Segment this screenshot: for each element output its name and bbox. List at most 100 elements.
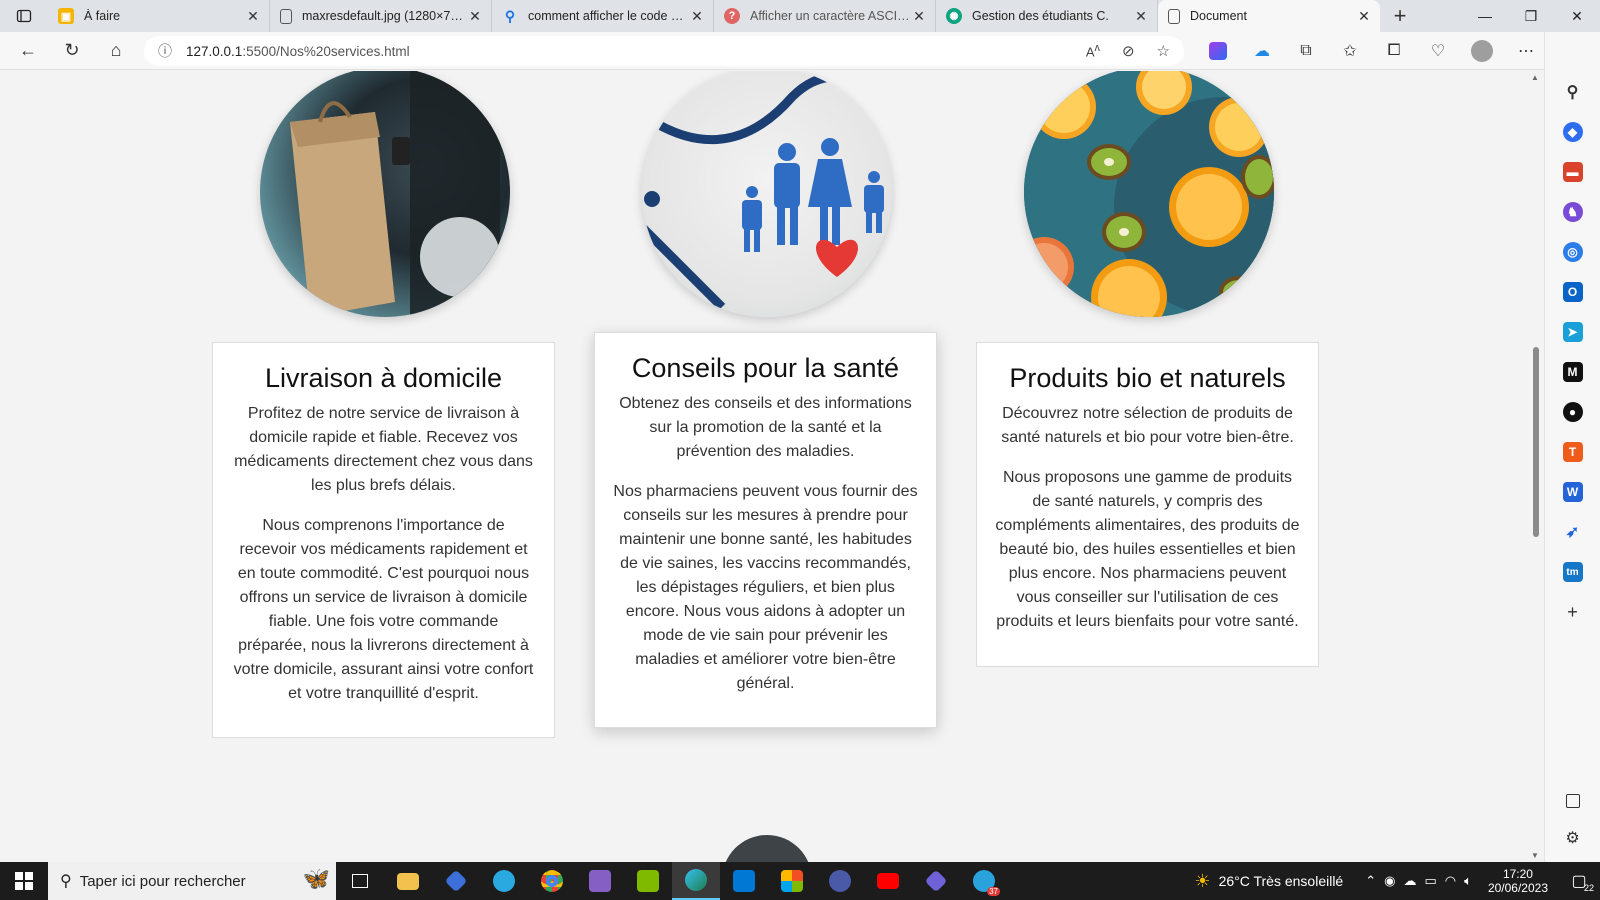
service-intro: Profitez de notre service de livraison à… [234,405,533,494]
browser-tab[interactable]: ? Afficher un caractère ASCII en ✕ [714,0,936,32]
scroll-down-icon[interactable]: ▼ [1531,851,1539,860]
page-scrollbar[interactable]: ▲ ▼ [1528,71,1544,862]
telegram-icon[interactable]: 37 [960,862,1008,900]
onedrive-icon[interactable]: ☁ [1403,873,1416,889]
medium-icon[interactable]: M [1562,362,1583,382]
telegram-badge: 37 [987,887,1000,896]
read-aloud-icon[interactable]: Aʌ [1086,42,1100,59]
extensions-icon[interactable]: ⧉ [1284,32,1328,70]
profile-avatar[interactable] [1460,32,1504,70]
edge-sidebar: ⚲ ◆ ▬ ♞ ◎ O ➤ M ● T W ➶ tm + ⚙ [1544,32,1600,862]
address-bar[interactable]: ⓘ 127.0.0.1:5500/Nos%20services.html Aʌ … [144,36,1184,66]
w-app-icon[interactable]: W [1562,482,1583,502]
weather-text[interactable]: 26°C Très ensoleillé [1219,873,1344,889]
games-icon[interactable]: ♞ [1562,202,1583,222]
close-tab-icon[interactable]: ✕ [689,8,705,25]
scroll-up-icon[interactable]: ▲ [1531,73,1539,82]
chrome-icon[interactable] [528,862,576,900]
close-tab-icon[interactable]: ✕ [911,8,927,25]
page-icon [280,8,292,24]
performance-icon[interactable]: ♡ [1416,32,1460,70]
address-bar-actions: Aʌ ⊘ ☆ [1086,36,1170,66]
microsoft-store-icon[interactable] [768,862,816,900]
search-icon: ⚲ [60,873,72,890]
visual-studio-icon[interactable] [576,862,624,900]
copilot-extension-icon[interactable] [1196,32,1240,70]
volume-icon[interactable]: 🔈︎ [1464,873,1472,889]
chatgpt-icon: ✺ [946,8,962,24]
file-explorer-icon[interactable] [384,862,432,900]
service-description: Nous comprenons l'importance de recevoir… [233,517,534,702]
battery-icon[interactable]: ▭ [1424,873,1436,889]
restore-icon[interactable]: ❐ [1508,0,1554,32]
browser-tab[interactable]: ⚲ comment afficher le code asci ✕ [492,0,714,32]
send-icon[interactable]: ➤ [1562,322,1583,342]
browser-tab[interactable]: maxresdefault.jpg (1280×720) ✕ [270,0,492,32]
taskbar-search-box[interactable]: ⚲ Taper ici pour rechercher 🦋 [48,862,336,900]
more-options-icon[interactable]: ⋯ [1504,32,1548,70]
wifi-icon[interactable]: ◠ [1445,873,1456,889]
sidebar-search-icon[interactable]: ⚲ [1563,82,1583,102]
fluent-app-icon[interactable] [480,862,528,900]
webcam-icon[interactable]: ◉ [1384,873,1395,889]
search-highlight-butterflies-icon: 🦋 [302,866,330,891]
minimize-icon[interactable]: — [1462,0,1508,32]
browser-tab[interactable]: ▣ À faire ✕ [48,0,270,32]
delivery-image [260,71,510,317]
hide-sidebar-icon[interactable] [1565,794,1580,808]
new-tab-button[interactable]: + [1380,0,1420,32]
media-app-icon[interactable] [816,862,864,900]
question-icon: ? [724,8,740,24]
browser-tab[interactable]: ✺ Gestion des étudiants C. ✕ [936,0,1158,32]
citrus-fruits-illustration [1024,71,1274,317]
organic-products-image [1024,71,1274,317]
url-path: :5500/Nos%20services.html [242,43,410,59]
close-tab-icon[interactable]: ✕ [467,8,483,25]
close-tab-icon[interactable]: ✕ [1356,8,1372,25]
notifications-icon[interactable]: ▢ 22 [1564,871,1594,893]
collections-icon[interactable]: ⧠ [1372,32,1416,70]
show-hidden-icons-icon[interactable]: ⌃ [1365,873,1376,889]
scrollbar-thumb[interactable] [1533,347,1539,537]
outlook-icon[interactable]: O [1562,282,1583,302]
tracking-prevention-icon[interactable]: ⊘ [1122,42,1135,60]
app-launcher-icon[interactable] [432,862,480,900]
t-app-icon[interactable]: T [1562,442,1583,462]
windows-logo-icon [15,872,33,890]
tm-app-icon[interactable]: tm [1562,562,1583,582]
rocket-icon[interactable]: ➶ [1563,522,1583,542]
cloud-extension-icon[interactable]: ☁ [1240,32,1284,70]
service-intro: Découvrez notre sélection de produits de… [1001,405,1294,446]
microsoft365-icon[interactable]: ◎ [1562,242,1583,262]
vscode-icon[interactable] [720,862,768,900]
navigation-bar: ← ↻ ⌂ ⓘ 127.0.0.1:5500/Nos%20services.ht… [0,32,1600,70]
github-icon[interactable]: ● [1562,402,1583,422]
favorite-star-icon[interactable]: ☆ [1157,42,1170,60]
power-automate-icon[interactable] [912,862,960,900]
tab-actions-button[interactable] [0,0,48,32]
page-viewport: Livraison à domicile Profitez de notre s… [0,71,1528,862]
youtube-icon[interactable] [864,862,912,900]
close-tab-icon[interactable]: ✕ [245,8,261,25]
shopping-tag-icon[interactable]: ◆ [1562,122,1583,142]
add-sidebar-app-icon[interactable]: + [1563,602,1583,622]
system-tray: ☀ 26°C Très ensoleillé ⌃ ◉ ☁ ▭ ◠ 🔈︎ 17:2… [1194,862,1600,900]
paint-icon[interactable] [624,862,672,900]
close-window-icon[interactable]: ✕ [1554,0,1600,32]
home-icon[interactable]: ⌂ [94,32,138,70]
task-view-icon[interactable] [336,862,384,900]
browser-tab-active[interactable]: Document ✕ [1158,0,1380,32]
edge-taskbar-icon[interactable] [672,862,720,900]
favorites-icon[interactable]: ✩ [1328,32,1372,70]
service-title: Livraison à domicile [264,363,503,393]
windows-start-button[interactable] [0,862,48,900]
toolbox-icon[interactable]: ▬ [1562,162,1583,182]
service-card-delivery: Livraison à domicile Profitez de notre s… [212,342,555,738]
back-icon[interactable]: ← [6,32,50,70]
close-tab-icon[interactable]: ✕ [1133,8,1149,25]
refresh-icon[interactable]: ↻ [50,32,94,70]
clock[interactable]: 17:20 20/06/2023 [1488,867,1548,895]
sidebar-settings-icon[interactable]: ⚙ [1563,828,1583,848]
info-icon[interactable]: ⓘ [158,41,172,61]
google-classroom-icon: ▣ [58,8,74,24]
